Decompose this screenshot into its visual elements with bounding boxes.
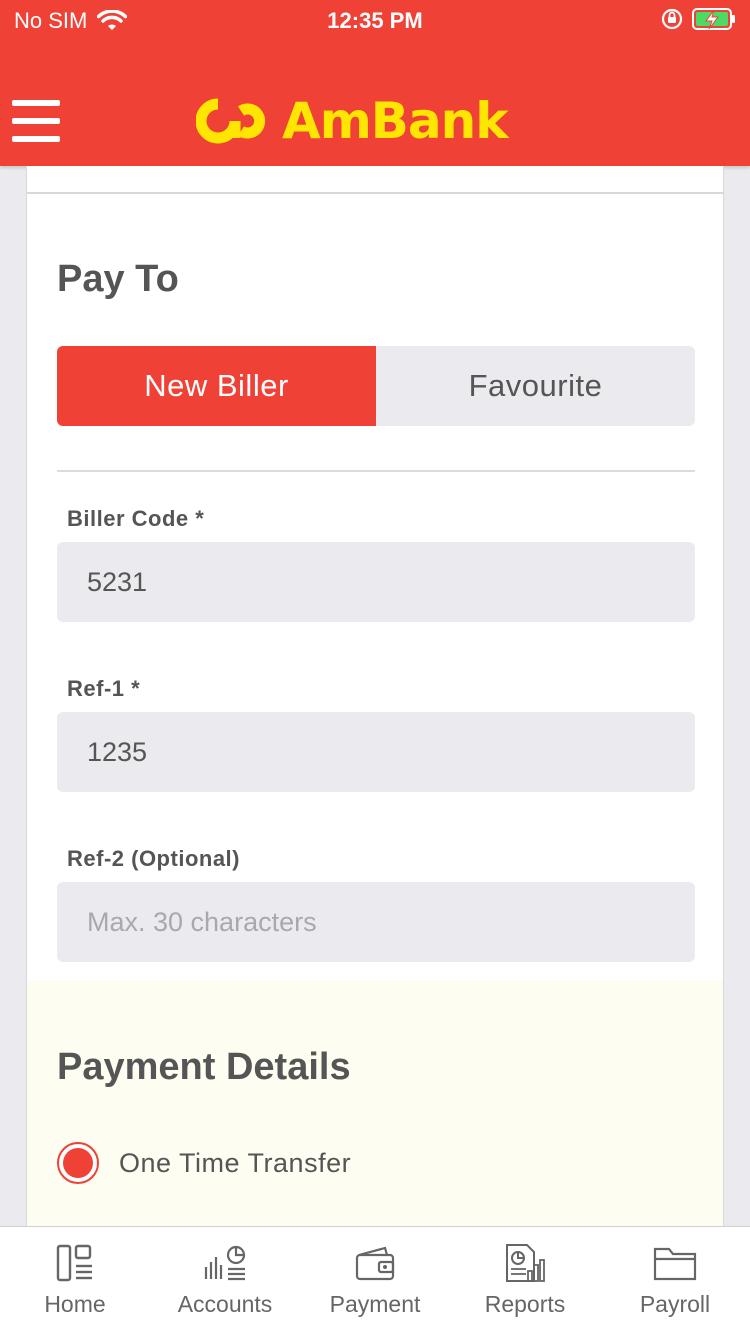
pay-to-title: Pay To bbox=[57, 258, 179, 300]
battery-charging-icon bbox=[692, 8, 735, 30]
ambank-logo: AmBank bbox=[196, 92, 508, 150]
orientation-lock-icon bbox=[661, 8, 683, 30]
tab-label: Payroll bbox=[639, 1291, 711, 1317]
ref1-input[interactable] bbox=[57, 712, 695, 792]
payment-details-section: Payment Details One Time Transfer bbox=[27, 980, 723, 1226]
payment-details-title: Payment Details bbox=[57, 1046, 351, 1088]
biller-type-toggle: New Biller Favourite bbox=[57, 346, 695, 426]
tab-home[interactable]: Home bbox=[0, 1227, 150, 1334]
tab-new-biller[interactable]: New Biller bbox=[57, 346, 376, 426]
radio-selected[interactable] bbox=[57, 1142, 99, 1184]
tab-label: Reports bbox=[484, 1291, 566, 1317]
ambank-logo-icon bbox=[196, 98, 266, 144]
pay-form-card: Pay To New Biller Favourite Biller Code … bbox=[26, 166, 724, 1226]
hamburger-icon[interactable] bbox=[12, 100, 60, 142]
biller-code-input[interactable] bbox=[57, 542, 695, 622]
tab-label: Accounts bbox=[177, 1291, 273, 1317]
section-divider bbox=[57, 470, 695, 472]
ref2-label: Ref-2 (Optional) bbox=[67, 846, 240, 871]
app-header: AmBank bbox=[0, 42, 750, 166]
bottom-tab-bar: Home Accounts Payment Reports Payroll bbox=[0, 1226, 750, 1334]
tab-accounts[interactable]: Accounts bbox=[150, 1227, 300, 1334]
home-dashboard-icon bbox=[56, 1244, 92, 1282]
biller-code-label: Biller Code * bbox=[67, 506, 205, 531]
tab-payroll[interactable]: Payroll bbox=[600, 1227, 750, 1334]
report-document-icon bbox=[506, 1244, 545, 1282]
wallet-icon bbox=[355, 1246, 395, 1281]
folder-icon bbox=[653, 1247, 697, 1281]
ref1-label: Ref-1 * bbox=[67, 676, 141, 701]
tab-payment[interactable]: Payment bbox=[300, 1227, 450, 1334]
tab-label: Home bbox=[44, 1291, 106, 1317]
one-time-transfer-option[interactable]: One Time Transfer bbox=[57, 1142, 351, 1184]
ref2-input[interactable] bbox=[57, 882, 695, 962]
accounts-chart-icon bbox=[204, 1245, 246, 1281]
clock: 12:35 PM bbox=[327, 8, 423, 33]
status-icons bbox=[660, 7, 736, 31]
brand-name: AmBank bbox=[282, 92, 508, 150]
tab-reports[interactable]: Reports bbox=[450, 1227, 600, 1334]
card-divider bbox=[27, 192, 723, 194]
tab-favourite[interactable]: Favourite bbox=[376, 346, 695, 426]
status-bar: No SIM 12:35 PM bbox=[0, 0, 750, 42]
one-time-transfer-label: One Time Transfer bbox=[119, 1147, 352, 1178]
tab-label: Payment bbox=[329, 1291, 421, 1317]
